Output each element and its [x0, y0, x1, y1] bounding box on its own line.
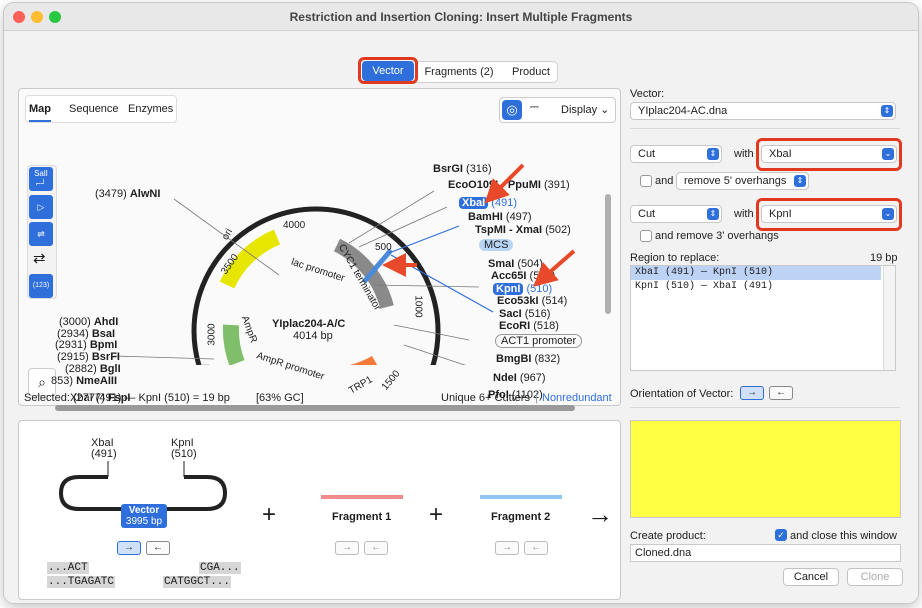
updown-icon: ⇕: [707, 148, 719, 160]
cut2-and-label: and remove 3' overhangs: [655, 230, 779, 242]
cut1-checkbox[interactable]: [640, 175, 652, 187]
window: Restriction and Insertion Cloning: Inser…: [4, 3, 918, 603]
cut2-action-select[interactable]: Cut ⇕: [630, 205, 722, 223]
status-divider: |: [535, 392, 538, 404]
region-size: 19 bp: [870, 252, 898, 264]
cut1-with-label: with: [734, 148, 754, 160]
map-panel: Map Sequence Enzymes ◎ ⎓ Display ⌄ SalI ⌐…: [18, 88, 621, 411]
seq-left-bottom: ...TGAGATC: [47, 576, 116, 588]
selected-label: Selected:: [24, 392, 70, 404]
cut1-enzyme-value: XbaI: [769, 148, 792, 160]
vector-select[interactable]: YIplac204-AC.dna ⇕: [630, 102, 896, 120]
cut2-enzyme-select[interactable]: KpnI ⌄: [761, 205, 897, 223]
cutters-filter[interactable]: Unique 6+ Cutters: [441, 392, 530, 404]
region-item-selected[interactable]: XbaI (491) — KpnI (510): [631, 266, 881, 280]
cut1-overhang-select[interactable]: remove 5' overhangs ⇕: [676, 172, 809, 190]
fragment1-forward-button[interactable]: →: [335, 541, 359, 555]
plus-sign: +: [262, 501, 277, 528]
divider: [630, 128, 900, 129]
vector-badge: Vector 3995 bp: [121, 504, 167, 528]
orientation-reverse-button[interactable]: ←: [769, 386, 793, 400]
fragment2-label: Fragment 2: [491, 511, 551, 523]
tab-vector[interactable]: Vector: [362, 61, 414, 81]
annotation-arrows: [382, 163, 576, 287]
updown-icon: ⇕: [881, 105, 893, 117]
fragment2-forward-button[interactable]: →: [495, 541, 519, 555]
result-arrow: →: [587, 499, 613, 529]
create-product-label: Create product:: [630, 530, 706, 542]
vector-badge-size: 3995 bp: [125, 516, 163, 527]
tab-product[interactable]: Product: [504, 62, 558, 82]
gc-content: [63% GC]: [256, 392, 304, 404]
orientation-label: Orientation of Vector:: [630, 388, 734, 400]
vector-label: Vector:: [630, 88, 665, 100]
nonredundant-link[interactable]: Nonredundant: [542, 392, 612, 404]
insertion-diagram-panel: XbaI (491) KpnI (510) Vector 3995 bp → ← …: [18, 420, 621, 600]
cancel-button[interactable]: Cancel: [783, 568, 839, 586]
title-bar: Restriction and Insertion Cloning: Inser…: [4, 3, 918, 31]
content-area: Vector Fragments (2) Product Map Sequenc…: [4, 31, 918, 603]
window-title: Restriction and Insertion Cloning: Inser…: [289, 10, 633, 24]
vector-select-value: YIplac204-AC.dna: [638, 105, 728, 117]
seq-left-top: ...ACT: [47, 562, 89, 574]
region-list-scrollbar[interactable]: [883, 266, 895, 370]
selection-range: XbaI (491) — KpnI (510) = 19 bp: [70, 392, 230, 404]
cut2-enzyme-value: KpnI: [769, 208, 792, 220]
chevron-down-icon: ⌄: [882, 208, 894, 220]
cut1-enzyme-select[interactable]: XbaI ⌄: [761, 145, 897, 163]
cut1-action-value: Cut: [638, 148, 656, 160]
plus-sign: +: [429, 501, 444, 528]
cut2-action-value: Cut: [638, 208, 656, 220]
divider: [630, 407, 900, 408]
orientation-forward-button[interactable]: →: [740, 386, 764, 400]
seq-right-bottom: CATGGCT...: [163, 576, 232, 588]
seq-right-top: CGA...: [199, 562, 241, 574]
tab-fragments[interactable]: Fragments (2): [418, 62, 500, 82]
close-window-checkbox[interactable]: ✓: [775, 529, 787, 541]
cut1-and-label: and: [655, 175, 674, 187]
chevron-down-icon: ⌄: [882, 148, 894, 160]
fragment2-reverse-button[interactable]: ←: [524, 541, 548, 555]
fragment1-reverse-button[interactable]: ←: [364, 541, 388, 555]
fragment1-bar: [321, 495, 403, 499]
cut1-overhang-value: remove 5' overhangs: [684, 175, 787, 187]
cut2-with-label: with: [734, 208, 754, 220]
fragment1-label: Fragment 1: [332, 511, 392, 523]
cut2-checkbox[interactable]: [640, 230, 652, 242]
vector-forward-button[interactable]: →: [117, 541, 141, 555]
fragment2-bar: [480, 495, 562, 499]
cut1-action-select[interactable]: Cut ⇕: [630, 145, 722, 163]
product-preview: [630, 420, 901, 518]
xbai-arrow: [484, 163, 525, 204]
vector-badge-name: Vector: [128, 505, 160, 516]
kpni-arrow: [532, 249, 576, 287]
updown-icon: ⇕: [794, 175, 806, 187]
region-label: Region to replace:: [630, 252, 720, 264]
updown-icon: ⇕: [707, 208, 719, 220]
vector-reverse-button[interactable]: ←: [146, 541, 170, 555]
region-item[interactable]: KpnI (510) — XbaI (491): [631, 280, 881, 294]
product-name-field[interactable]: Cloned.dna: [630, 544, 901, 562]
clone-button[interactable]: Clone: [847, 568, 903, 586]
close-window-label: and close this window: [790, 530, 898, 542]
